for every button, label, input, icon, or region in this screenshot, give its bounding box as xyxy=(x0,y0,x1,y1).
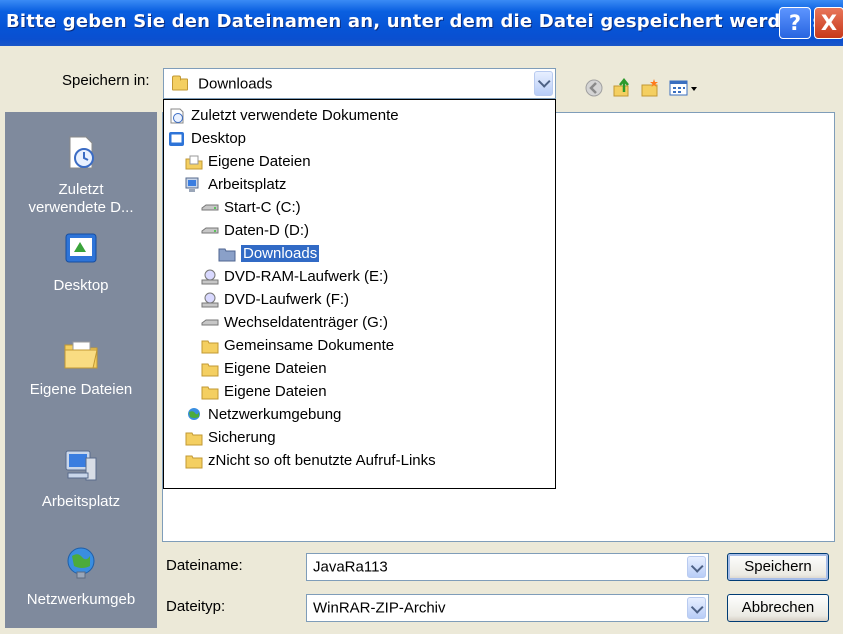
my-documents-icon xyxy=(185,155,203,170)
folder-icon xyxy=(201,386,219,400)
dropdown-item-drive-d[interactable]: Daten-D (D:) xyxy=(201,219,309,242)
place-desktop[interactable]: Desktop xyxy=(5,230,157,295)
dropdown-item-downloads[interactable]: Downloads xyxy=(218,242,320,265)
dropdown-item-label: Zuletzt verwendete Dokumente xyxy=(191,107,399,124)
dropdown-item-label: zNicht so oft benutzte Aufruf-Links xyxy=(208,452,436,469)
folder-icon xyxy=(172,75,188,91)
dropdown-item-rarely-used-links[interactable]: zNicht so oft benutzte Aufruf-Links xyxy=(185,449,436,472)
places-bar: Zuletzt verwendete D... Desktop Eigene D… xyxy=(5,112,157,628)
network-icon xyxy=(188,408,200,421)
save-in-label: Speichern in: xyxy=(62,72,150,89)
desktop-icon xyxy=(169,132,184,147)
dropdown-item-my-files-2[interactable]: Eigene Dateien xyxy=(201,380,327,403)
place-network[interactable]: Netzwerkumgeb xyxy=(5,544,157,609)
dropdown-item-shared-documents[interactable]: Gemeinsame Dokumente xyxy=(201,334,394,357)
dropdown-item-network[interactable]: Netzwerkumgebung xyxy=(185,403,341,426)
location-dropdown-list: Zuletzt verwendete Dokumente Desktop Eig… xyxy=(163,99,556,489)
dropdown-item-label: Desktop xyxy=(191,130,247,147)
dropdown-item-my-documents[interactable]: Eigene Dateien xyxy=(185,150,311,173)
dropdown-item-label: DVD-Laufwerk (F:) xyxy=(224,291,350,308)
place-label-desktop: Desktop xyxy=(53,277,109,294)
folder-icon xyxy=(185,455,203,469)
back-icon[interactable] xyxy=(584,78,604,98)
dropdown-item-label: Arbeitsplatz xyxy=(208,176,287,193)
dropdown-item-dvd[interactable]: DVD-Laufwerk (F:) xyxy=(201,288,349,311)
desktop-icon xyxy=(65,233,97,263)
drive-icon xyxy=(201,227,219,234)
dropdown-item-label: Wechseldatenträger (G:) xyxy=(224,314,388,331)
recent-documents-icon xyxy=(69,136,94,169)
dropdown-item-label: Eigene Dateien xyxy=(224,383,327,400)
dropdown-item-label: DVD-RAM-Laufwerk (E:) xyxy=(224,268,389,285)
filename-value: JavaRa113 xyxy=(313,558,388,576)
dropdown-item-label: Daten-D (D:) xyxy=(224,222,310,239)
place-recent-documents[interactable]: Zuletzt verwendete D... xyxy=(5,134,157,217)
help-button[interactable]: ? xyxy=(779,7,811,39)
filetype-value: WinRAR-ZIP-Archiv xyxy=(313,599,446,617)
dropdown-item-label: Start-C (C:) xyxy=(224,199,301,216)
filename-label: Dateiname: xyxy=(166,557,243,574)
dropdown-item-my-files-1[interactable]: Eigene Dateien xyxy=(201,357,327,380)
chevron-down-icon[interactable] xyxy=(687,597,706,619)
place-my-computer[interactable]: Arbeitsplatz xyxy=(5,446,157,511)
my-computer-icon xyxy=(65,450,97,481)
place-my-documents[interactable]: Eigene Dateien xyxy=(5,334,157,399)
dropdown-item-my-computer[interactable]: Arbeitsplatz xyxy=(185,173,286,196)
save-button[interactable]: Speichern xyxy=(727,553,829,581)
dropdown-item-drive-c[interactable]: Start-C (C:) xyxy=(201,196,301,219)
drive-icon xyxy=(201,204,219,211)
dropdown-item-recent-documents[interactable]: Zuletzt verwendete Dokumente xyxy=(168,104,399,127)
save-in-dropdown[interactable]: Downloads xyxy=(163,68,556,99)
folder-icon xyxy=(201,363,219,377)
dropdown-item-label: Eigene Dateien xyxy=(224,360,327,377)
filetype-select[interactable]: WinRAR-ZIP-Archiv xyxy=(306,594,709,622)
place-label-recent-line1: Zuletzt xyxy=(58,181,104,198)
place-label-my-documents: Eigene Dateien xyxy=(29,381,133,398)
network-icon xyxy=(67,547,95,579)
dropdown-item-desktop[interactable]: Desktop xyxy=(168,127,246,150)
chevron-down-icon[interactable] xyxy=(687,556,706,578)
folder-icon xyxy=(185,432,203,446)
dropdown-item-label: Sicherung xyxy=(208,429,276,446)
dropdown-item-label: Eigene Dateien xyxy=(208,153,311,170)
up-folder-icon[interactable] xyxy=(612,78,632,98)
my-documents-icon xyxy=(64,341,98,369)
dvd-drive-icon xyxy=(201,269,219,285)
filename-input[interactable]: JavaRa113 xyxy=(306,553,709,581)
place-label-my-computer: Arbeitsplatz xyxy=(41,493,121,510)
filetype-label: Dateityp: xyxy=(166,598,226,615)
title-bar: Bitte geben Sie den Dateinamen an, unter… xyxy=(0,0,843,46)
recent-icon xyxy=(170,108,184,124)
view-menu-icon[interactable] xyxy=(668,78,700,98)
dropdown-item-label: Netzwerkumgebung xyxy=(208,406,342,423)
location-value: Downloads xyxy=(198,75,273,92)
drive-icon xyxy=(201,319,219,326)
close-button[interactable]: X xyxy=(814,7,843,39)
dropdown-item-backup[interactable]: Sicherung xyxy=(185,426,276,449)
window-title: Bitte geben Sie den Dateinamen an, unter… xyxy=(6,11,843,32)
cancel-button[interactable]: Abbrechen xyxy=(727,594,829,622)
folder-icon xyxy=(201,340,219,354)
dvd-drive-icon xyxy=(201,292,219,308)
new-folder-icon[interactable] xyxy=(640,78,660,98)
place-label-recent-line2: verwendete D... xyxy=(28,199,134,216)
dropdown-item-label: Gemeinsame Dokumente xyxy=(224,337,395,354)
dropdown-item-removable[interactable]: Wechseldatenträger (G:) xyxy=(201,311,388,334)
place-label-network: Netzwerkumgeb xyxy=(26,591,136,608)
folder-icon xyxy=(218,248,236,262)
chevron-down-icon[interactable] xyxy=(534,71,553,96)
dropdown-item-label: Downloads xyxy=(241,245,320,262)
dropdown-item-dvd-ram[interactable]: DVD-RAM-Laufwerk (E:) xyxy=(201,265,388,288)
my-computer-icon xyxy=(185,177,199,193)
